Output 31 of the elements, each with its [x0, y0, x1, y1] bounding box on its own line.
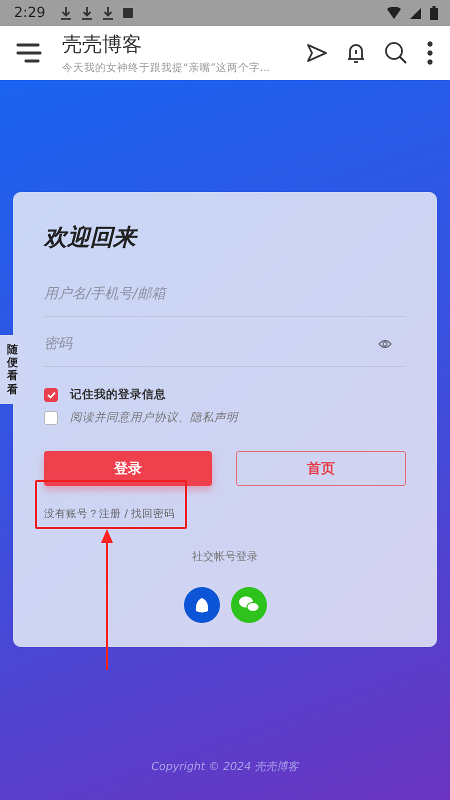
social-login-label: 社交帐号登录 [192, 549, 258, 564]
status-time: 2:29 [14, 5, 46, 21]
checkbox-label: 记住我的登录信息 [70, 387, 166, 402]
send-icon[interactable] [306, 43, 328, 63]
app-title: 壳壳博客 [62, 31, 143, 58]
download-icon [102, 6, 114, 20]
checkbox[interactable] [44, 388, 58, 402]
download-icon [60, 6, 72, 20]
side-tab[interactable]: 随便看看 [0, 335, 28, 404]
welcome-title: 欢迎回来 [44, 224, 139, 253]
password-field[interactable]: 密码 [44, 321, 406, 367]
eye-icon[interactable] [378, 339, 392, 349]
notification-icon [123, 8, 134, 18]
search-icon[interactable] [384, 41, 408, 65]
home-button[interactable]: 首页 [236, 451, 406, 486]
username-field[interactable]: 用户名/手机号/邮箱 [44, 271, 406, 317]
copyright-text: Copyright © 2024 壳壳博客 [151, 759, 299, 774]
menu-icon[interactable] [16, 42, 42, 64]
login-button[interactable]: 登录 [44, 451, 212, 486]
check-icon [46, 390, 56, 398]
app-subtitle: 今天我的女神终于跟我提“亲嘴”这两个字... [62, 61, 271, 75]
bell-icon[interactable] [346, 42, 366, 64]
register-link[interactable]: 没有账号？注册 / 找回密码 [44, 507, 176, 521]
checkbox[interactable] [44, 410, 58, 424]
signal-icon [410, 8, 421, 18]
wifi-icon [387, 7, 401, 19]
checkbox-label: 阅读并同意用户协议、隐私声明 [70, 410, 238, 425]
more-icon[interactable] [426, 41, 434, 65]
download-icon [81, 6, 94, 20]
penguin-icon[interactable] [184, 587, 220, 623]
battery-icon [430, 6, 438, 20]
